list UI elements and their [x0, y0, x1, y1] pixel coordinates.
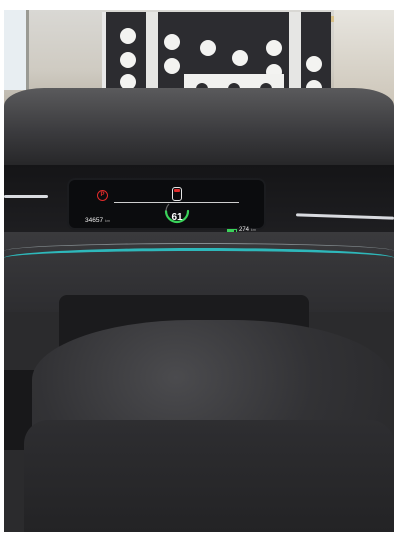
- steering-wheel-hub: [24, 420, 394, 532]
- target-dot: [164, 34, 180, 50]
- dashboard-top: [4, 88, 394, 168]
- dashboard-photo: P 61 34657 km 274 km: [4, 10, 394, 532]
- target-dot: [266, 40, 282, 56]
- vent-light-left: [4, 195, 48, 198]
- target-dot: [120, 52, 136, 68]
- target-dot: [120, 28, 136, 44]
- odometer-value: 34657: [85, 217, 104, 224]
- target-dot: [200, 40, 216, 56]
- window-left: [4, 10, 29, 90]
- instrument-cluster: P 61 34657 km 274 km: [69, 180, 264, 235]
- parking-brake-icon: P: [97, 190, 108, 201]
- target-dot: [164, 58, 180, 74]
- target-dot: [232, 50, 248, 66]
- ambient-trim-light: [4, 248, 394, 291]
- odometer: 34657 km: [85, 217, 110, 225]
- speed-readout: 61: [171, 212, 183, 223]
- target-dot: [306, 56, 322, 72]
- odometer-unit: km: [104, 218, 111, 223]
